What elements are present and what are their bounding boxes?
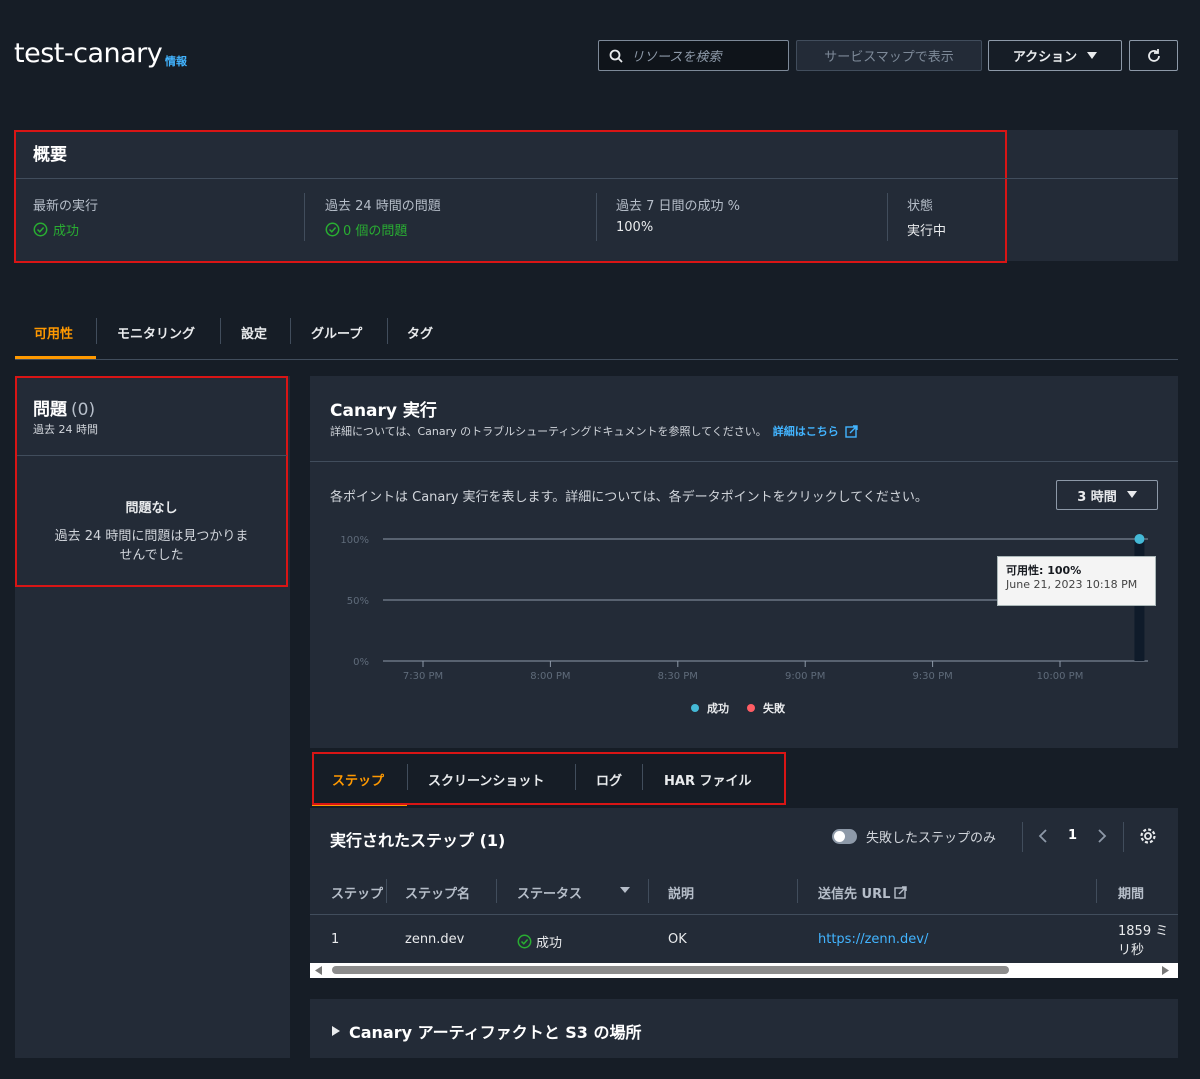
cell-step: 1 [331,932,340,947]
x-tick-label: 8:00 PM [530,671,570,682]
col-destination-url[interactable]: 送信先 URL [818,883,908,902]
state-label: 状態 [907,199,934,214]
data-point [1134,534,1145,544]
x-tick-label: 10:00 PM [1037,671,1084,682]
step-tabs-highlight [312,752,786,805]
artifacts-expander[interactable]: Canary アーティファクトと S3 の場所 [332,1019,642,1043]
tab-availability[interactable]: 可用性 [34,323,73,342]
info-link[interactable]: 情報 [165,53,187,69]
time-range-select[interactable]: 3 時間 [1056,480,1158,510]
latest-run-label: 最新の実行 [33,199,99,214]
canary-runs-title: Canary 実行 [330,401,437,421]
external-link-icon [894,886,908,899]
caret-down-icon [1126,491,1137,498]
col-step-name[interactable]: ステップ名 [405,883,470,902]
legend-failure[interactable]: 失敗 [747,700,785,716]
scrollbar-thumb[interactable] [332,966,1009,974]
scroll-right-icon[interactable] [1162,966,1170,975]
col-description[interactable]: 説明 [668,883,694,902]
x-tick-label: 9:00 PM [785,671,825,682]
cell-url-link[interactable]: https://zenn.dev/ [818,932,928,947]
x-tick-label: 9:30 PM [912,671,952,682]
page-title: test-canary [14,38,163,69]
success-7d-value: 100% [616,220,654,235]
cell-status: 成功 [517,932,562,951]
overview-title: 概要 [33,145,67,165]
cell-description: OK [668,932,687,947]
y-tick-label: 0% [353,657,369,668]
actions-label: アクション [1012,50,1078,65]
overview-highlight [14,130,1007,263]
availability-chart: 100% 50% 0% 7:30 PM 8:00 PM 8:30 PM 9:00 PM 9:3… [310,520,1178,725]
refresh-button[interactable] [1129,40,1178,71]
issues-title: 問題 (0) [33,400,96,420]
canary-runs-desc: 詳細については、Canary のトラブルシューティングドキュメントを参照してくだ… [330,423,858,439]
success-icon [325,222,340,237]
chart-hint: 各ポイントは Canary 実行を表します。詳細については、各データポイントをク… [330,490,928,505]
toggle-switch[interactable] [832,829,857,844]
legend-success[interactable]: 成功 [691,700,729,716]
actions-button[interactable]: アクション [988,40,1122,71]
executed-steps-title: 実行されたステップ (1) [330,831,506,850]
horizontal-scrollbar[interactable] [310,963,1178,978]
y-tick-label: 50% [347,596,369,607]
tab-monitoring[interactable]: モニタリング [117,323,195,342]
chart-legend: 成功 失敗 [691,700,785,716]
learn-more-link[interactable]: 詳細はこちら [773,423,839,439]
success-7d-label: 過去 7 日間の成功 % [616,199,741,214]
cell-step-name: zenn.dev [405,932,465,947]
y-tick-label: 100% [340,535,369,546]
success-icon [517,934,532,949]
failed-only-toggle[interactable]: 失敗したステップのみ [832,827,996,846]
state-value: 実行中 [907,224,947,239]
col-duration[interactable]: 期間 [1118,883,1144,902]
no-issues-desc: 過去 24 時間に問題は見つかりま せんでした [54,529,249,563]
chart-svg: 100% 50% 0% 7:30 PM 8:00 PM 8:30 PM 9:00 PM 9:3… [340,534,1148,682]
search-placeholder: リソースを検索 [631,50,722,65]
x-tick-label: 7:30 PM [403,671,443,682]
chart-tooltip: 可用性: 100% June 21, 2023 10:18 PM [997,556,1156,606]
scroll-left-icon[interactable] [315,966,323,975]
no-issues-title: 問題なし [125,501,178,516]
issues-count: (0) [71,400,96,420]
col-step[interactable]: ステップ [331,883,383,902]
x-tick-label: 8:30 PM [658,671,698,682]
search-input[interactable]: リソースを検索 [598,40,789,71]
gear-icon[interactable] [1139,827,1157,845]
issues-24h-label: 過去 24 時間の問題 [325,199,441,214]
col-status[interactable]: ステータス [517,883,582,902]
tab-tags[interactable]: タグ [407,323,433,342]
issues-subtitle: 過去 24 時間 [33,423,98,436]
external-link-icon [845,424,858,438]
tab-settings[interactable]: 設定 [241,323,267,342]
issues-24h-value[interactable]: 0 個の問題 [325,220,407,239]
success-icon [33,222,48,237]
service-map-button[interactable]: サービスマップで表示 [796,40,982,71]
caret-right-icon [332,1026,340,1036]
cell-duration: 1859 ミ リ秒 [1118,924,1169,958]
sort-desc-icon[interactable] [620,887,630,894]
search-icon [609,49,623,63]
next-page-icon[interactable] [1096,828,1108,844]
latest-run-value: 成功 [33,220,79,239]
prev-page-icon[interactable] [1037,828,1049,844]
caret-down-icon [1087,51,1098,59]
refresh-icon [1147,48,1160,62]
tab-groups[interactable]: グループ [311,323,362,342]
current-page[interactable]: 1 [1068,828,1077,843]
